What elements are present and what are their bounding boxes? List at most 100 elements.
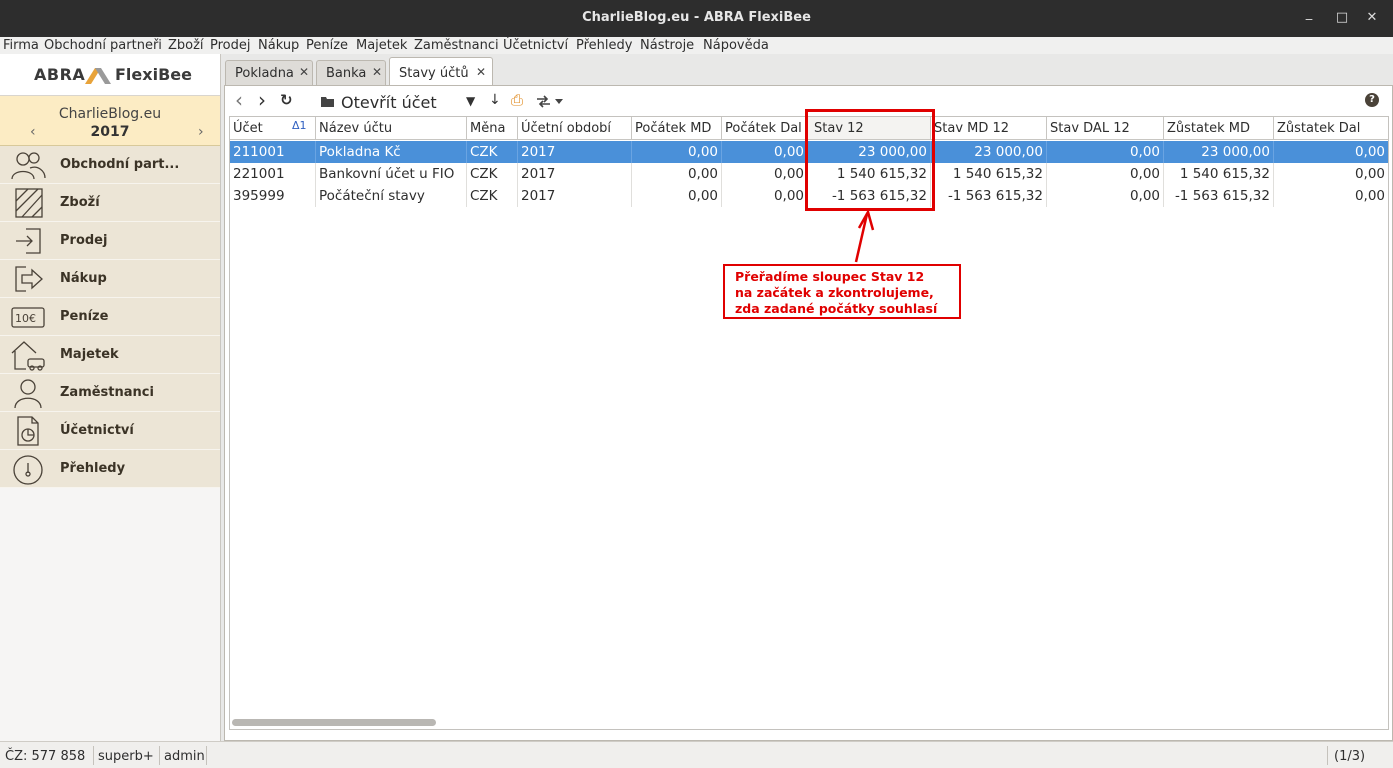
sidebar-item-label: Prodej	[60, 233, 108, 248]
cell-stav-md-12: -1 563 615,32	[931, 185, 1047, 207]
menu-nastroje[interactable]: Nástroje	[640, 38, 694, 53]
sidebar-item-employees[interactable]: Zaměstnanci	[0, 374, 220, 412]
close-window-button[interactable]: ✕	[1363, 9, 1381, 27]
sort-icon[interactable]: ↓	[489, 92, 501, 110]
annotation-line-1: Přeřadíme sloupec Stav 12	[735, 269, 925, 284]
column-header-stav-dal-12[interactable]: Stav DAL 12	[1047, 117, 1164, 140]
company-selector[interactable]: CharlieBlog.eu ‹ 2017 ›	[0, 96, 220, 146]
tab-banka[interactable]: Banka ✕	[316, 60, 386, 85]
cell-obdobi: 2017	[518, 141, 632, 163]
column-header-ucet[interactable]: Účet Δ1	[230, 117, 316, 140]
column-header-pocatek-dal[interactable]: Počátek Dal	[722, 117, 808, 140]
property-icon	[11, 341, 45, 371]
maximize-button[interactable]: □	[1333, 9, 1351, 27]
gauge-icon	[13, 455, 43, 485]
cell-nazev: Počáteční stavy	[316, 185, 467, 207]
window-title: CharlieBlog.eu - ABRA FlexiBee	[582, 10, 811, 25]
svg-text:10€: 10€	[15, 312, 36, 325]
tab-pokladna[interactable]: Pokladna ✕	[225, 60, 313, 85]
menu-bar: Firma Obchodní partneři Zboží Prodej Nák…	[0, 37, 1393, 54]
menu-ucetnictvi[interactable]: Účetnictví	[503, 38, 568, 53]
cell-zustatek-md: -1 563 615,32	[1164, 185, 1274, 207]
tab-stavy-uctu[interactable]: Stavy účtů ✕	[389, 57, 493, 86]
menu-zamestnanci[interactable]: Zaměstnanci	[414, 38, 499, 53]
menu-prodej[interactable]: Prodej	[210, 38, 251, 53]
menu-firma[interactable]: Firma	[3, 38, 39, 53]
status-user: admin	[164, 749, 205, 764]
status-separator	[1327, 746, 1328, 765]
sidebar-item-label: Majetek	[60, 347, 119, 362]
column-header-stav-md-12[interactable]: Stav MD 12	[931, 117, 1047, 140]
sidebar-item-label: Přehledy	[60, 461, 126, 476]
tab-close-icon[interactable]: ✕	[299, 65, 309, 79]
cell-mena: CZK	[467, 141, 518, 163]
help-icon[interactable]: ?	[1365, 93, 1379, 107]
column-header-obdobi[interactable]: Účetní období	[518, 117, 632, 140]
menu-penize[interactable]: Peníze	[306, 38, 348, 53]
cell-obdobi: 2017	[518, 185, 632, 207]
menu-majetek[interactable]: Majetek	[356, 38, 407, 53]
next-year-button[interactable]: ›	[198, 124, 204, 140]
filter-icon[interactable]: ▼	[466, 94, 475, 112]
export-menu-icon[interactable]	[536, 95, 566, 108]
header-label: Stav MD 12	[934, 121, 1010, 136]
status-bar: ČZ: 577 858 superb+ admin (1/3)	[0, 741, 1393, 768]
header-label: Počátek MD	[635, 121, 712, 136]
minimize-button[interactable]: _	[1300, 5, 1318, 23]
column-header-zustatek-dal[interactable]: Zůstatek Dal	[1274, 117, 1388, 140]
purchase-icon	[15, 266, 43, 292]
status-separator	[159, 746, 160, 765]
sidebar-item-label: Obchodní part...	[60, 157, 180, 172]
menu-napoveda[interactable]: Nápověda	[703, 38, 769, 53]
header-label: Měna	[470, 121, 506, 136]
sidebar-item-label: Nákup	[60, 271, 107, 286]
cell-zustatek-md: 1 540 615,32	[1164, 163, 1274, 185]
annotation-line-3: zda zadané počátky souhlasí	[735, 301, 938, 316]
sidebar-item-overviews[interactable]: Přehledy	[0, 450, 220, 488]
accounting-year: 2017	[90, 124, 130, 140]
column-header-pocatek-md[interactable]: Počátek MD	[632, 117, 722, 140]
forward-button[interactable]: ›	[258, 88, 266, 112]
column-header-mena[interactable]: Měna	[467, 117, 518, 140]
open-account-button[interactable]: Otevřít účet	[341, 93, 437, 112]
title-bar: CharlieBlog.eu - ABRA FlexiBee _ □ ✕	[0, 0, 1393, 37]
cell-ucet: 395999	[230, 185, 316, 207]
status-cz: ČZ: 577 858	[5, 749, 86, 764]
employee-icon	[14, 379, 42, 409]
header-label: Účet	[233, 121, 263, 136]
print-icon[interactable]: ⎙	[511, 91, 523, 109]
refresh-button[interactable]: ↻	[280, 91, 293, 109]
sidebar: ABRA FlexiBee CharlieBlog.eu ‹ 2017 › Ob…	[0, 54, 221, 741]
cell-zustatek-dal: 0,00	[1354, 166, 1385, 182]
goods-icon	[15, 188, 43, 218]
menu-prehledy[interactable]: Přehledy	[576, 38, 632, 53]
status-database: superb+	[98, 749, 154, 764]
menu-partneri[interactable]: Obchodní partneři	[44, 38, 162, 53]
sidebar-item-money[interactable]: 10€ Peníze	[0, 298, 220, 336]
cell-zustatek-md: 23 000,00	[1164, 141, 1274, 163]
money-icon: 10€	[11, 307, 45, 328]
sidebar-item-sale[interactable]: Prodej	[0, 222, 220, 260]
menu-nakup[interactable]: Nákup	[258, 38, 299, 53]
highlight-box	[805, 109, 935, 211]
cell-ucet: 221001	[230, 163, 316, 185]
menu-zbozi[interactable]: Zboží	[168, 38, 204, 53]
sidebar-item-partners[interactable]: Obchodní part...	[0, 146, 220, 184]
sale-icon	[16, 228, 41, 254]
tab-close-icon[interactable]: ✕	[372, 65, 382, 79]
sidebar-item-purchase[interactable]: Nákup	[0, 260, 220, 298]
sidebar-item-accounting[interactable]: Účetnictví	[0, 412, 220, 450]
back-button[interactable]: ‹	[235, 88, 243, 112]
accounting-icon	[17, 416, 39, 446]
horizontal-scrollbar[interactable]	[232, 719, 436, 726]
column-header-zustatek-md[interactable]: Zůstatek MD	[1164, 117, 1274, 140]
annotation-line-2: na začátek a zkontrolujeme,	[735, 285, 934, 300]
column-header-nazev[interactable]: Název účtu	[316, 117, 467, 140]
header-label: Počátek Dal	[725, 121, 802, 136]
sidebar-item-goods[interactable]: Zboží	[0, 184, 220, 222]
cell-obdobi: 2017	[518, 163, 632, 185]
sidebar-item-property[interactable]: Majetek	[0, 336, 220, 374]
header-label: Stav DAL 12	[1050, 121, 1130, 136]
cell-nazev: Pokladna Kč	[316, 141, 467, 163]
tab-close-icon[interactable]: ✕	[476, 65, 486, 79]
